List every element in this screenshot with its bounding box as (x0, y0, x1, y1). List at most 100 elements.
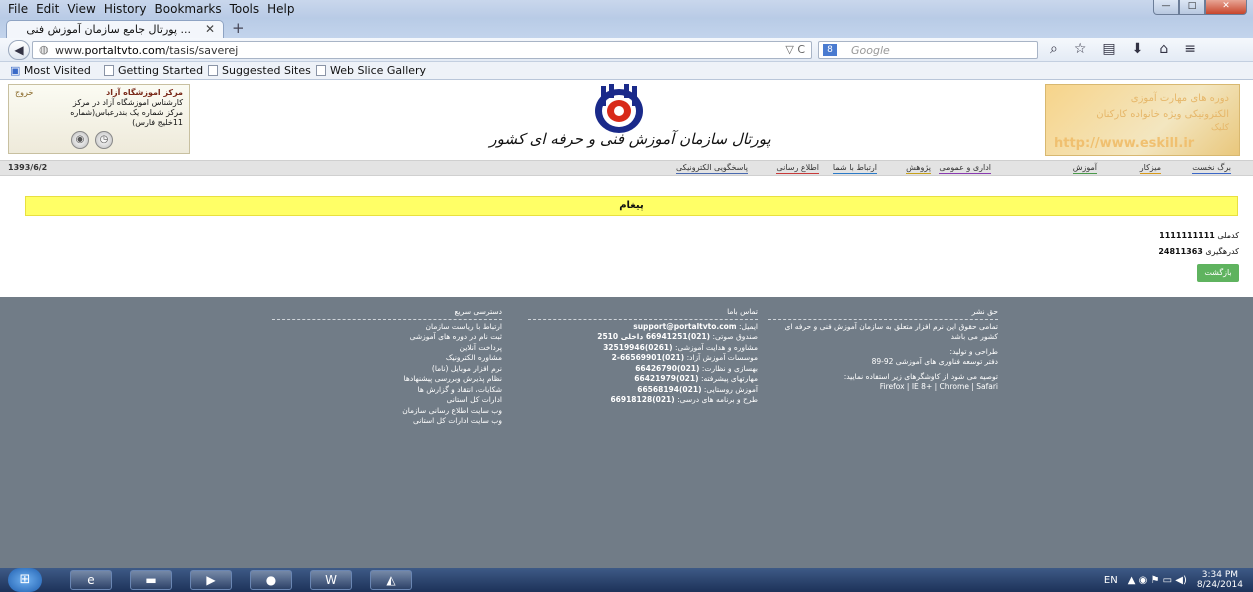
menu-icon[interactable]: ≡ (1184, 41, 1196, 57)
quick-link[interactable]: نرم افزار موبایل (ناما) (272, 364, 502, 375)
close-window-button[interactable]: ✕ (1205, 0, 1247, 15)
search-input[interactable]: 8 Google (818, 41, 1038, 59)
windows-taskbar: ⊞ e ▬ ▶ ● W ◭ EN ▲ ◉ ⚑ ▭ ◀) 3:34 PM 8/24… (0, 568, 1253, 592)
profile-icon[interactable]: ◉ (71, 131, 89, 149)
menu-file[interactable]: File (4, 2, 32, 16)
tab-close-icon[interactable]: ✕ (205, 22, 215, 36)
center-name: مرکز اموزشگاه آزاد (106, 88, 183, 97)
return-button[interactable]: بازگشت (1197, 264, 1239, 282)
system-tray: EN ▲ ◉ ⚑ ▭ ◀) 3:34 PM 8/24/2014 (1104, 568, 1243, 592)
language-indicator[interactable]: EN (1104, 575, 1118, 586)
footer-contact: تماس باما ایمیل: support@portaltvto.com … (528, 307, 758, 406)
contact-line: بهسازی و نظارت: (021)66426790 (635, 363, 758, 373)
download-icon[interactable]: ⬇ (1132, 41, 1144, 57)
quick-link[interactable]: ثبت نام در دوره های آموزشی (272, 332, 502, 343)
word-icon[interactable]: W (310, 570, 352, 590)
menu-bar: File Edit View History Bookmarks Tools H… (0, 0, 1253, 18)
contact-line: صندوق صوتی: (021)66941251 داخلی 2510 (597, 332, 758, 341)
back-arrow-icon[interactable]: ◀ (8, 40, 30, 60)
ad-click: کلیک (1210, 123, 1229, 133)
bookmark-list-icon[interactable]: ▤ (1102, 41, 1115, 57)
footer-quick-access: دسترسی سریع ارتباط با ریاست سازمان ثبت ن… (272, 307, 502, 427)
nav-admin[interactable]: اداری و عمومی (939, 163, 991, 174)
contact-line: طرح و برنامه های درسی: (021)66918128 (610, 395, 758, 404)
clock-date: 8/24/2014 (1196, 580, 1243, 590)
bookmark-suggested-sites[interactable]: Suggested Sites (208, 64, 311, 77)
windows-start-icon[interactable]: ⊞ (8, 568, 42, 592)
search-icon[interactable]: ⌕ (1050, 41, 1058, 57)
search-placeholder: Google (851, 44, 890, 57)
menu-history[interactable]: History (100, 2, 151, 16)
maximize-button[interactable]: □ (1179, 0, 1205, 15)
bookmark-web-slice-gallery[interactable]: Web Slice Gallery (316, 64, 426, 77)
quick-link[interactable]: مشاوره الکترونیک (272, 353, 502, 364)
media-player-icon[interactable]: ▶ (190, 570, 232, 590)
user-role: کارشناس اموزشگاه آزاد در مرکز (72, 98, 183, 107)
web-page: خروج مرکز اموزشگاه آزاد کارشناس اموزشگاه… (0, 80, 1253, 568)
quick-link[interactable]: ادارات کل استانی (272, 395, 502, 406)
eskill-ad-banner[interactable]: دوره های مهارت آموزی الکترونیکی ویژه خان… (1045, 84, 1240, 156)
tab-title: ... پورتال جامع سازمان آموزش فنی (26, 23, 191, 36)
menu-help[interactable]: Help (263, 2, 298, 16)
footer-design-text: دفتر توسعه فناوری های آموزشی 92-89 (871, 357, 998, 366)
minimize-button[interactable]: — (1153, 0, 1179, 15)
user-icons: ◷ ◉ (71, 131, 113, 149)
home-icon[interactable]: ⌂ (1159, 41, 1168, 57)
tracking-code-line: کدرهگیری 24811363 (1158, 247, 1239, 256)
footer-browsers: Firefox | IE 8+ | Chrome | Safari (879, 382, 998, 391)
footer-browser-note: توصیه می شود از کاوشگرهای زیر استفاده نم… (843, 371, 998, 381)
explorer-folder-icon[interactable]: ▬ (130, 570, 172, 590)
quick-link[interactable]: پرداخت آنلاین (272, 343, 502, 354)
navigation-bar: ◀ ◍ www.portaltvto.com/tasis/saverej ▽ C… (0, 38, 1253, 62)
contact-line: موسسات آموزش آزاد: (021)66569901-2 (611, 353, 758, 362)
bookmark-getting-started[interactable]: Getting Started (104, 64, 203, 77)
clock[interactable]: 3:34 PM 8/24/2014 (1197, 570, 1243, 590)
nav-e-support[interactable]: پاسخگویی الکترونیکی (675, 163, 748, 174)
browser-tab[interactable]: ... پورتال جامع سازمان آموزش فنی ✕ (6, 20, 224, 38)
bookmark-most-visited[interactable]: ▣ Most Visited (10, 64, 91, 77)
menu-tools[interactable]: Tools (226, 2, 264, 16)
footer-rights-heading: حق نشر (768, 307, 998, 320)
quick-link[interactable]: وب سایت اطلاع رسانی سازمان (272, 406, 502, 417)
nav-contact[interactable]: ارتباط با شما (832, 163, 877, 174)
user-center-detail: 11خلیج فارس) (132, 118, 183, 127)
nav-home[interactable]: برگ نخست (1192, 163, 1231, 174)
quick-link[interactable]: وب سایت ادارات کل استانی (272, 416, 502, 427)
national-code-line: کدملی 1111111111 (1159, 231, 1239, 240)
nav-research[interactable]: پژوهش (906, 163, 931, 174)
tracking-code-value: 24811363 (1158, 247, 1203, 256)
user-info-box: خروج مرکز اموزشگاه آزاد کارشناس اموزشگاه… (8, 84, 190, 154)
page-header: خروج مرکز اموزشگاه آزاد کارشناس اموزشگاه… (0, 80, 1253, 160)
nav-education[interactable]: آموزش (1072, 163, 1097, 174)
clock-icon[interactable]: ◷ (95, 131, 113, 149)
new-tab-button[interactable]: + (232, 19, 245, 37)
ad-line2: الکترونیکی ویژه خانواده کارکنان (1096, 109, 1229, 120)
paint-app-icon[interactable]: ◭ (370, 570, 412, 590)
email-link[interactable]: support@portaltvto.com (633, 322, 736, 331)
nav-desk[interactable]: میزکار (1139, 163, 1161, 174)
bookmarks-toolbar: ▣ Most Visited Getting Started Suggested… (0, 62, 1253, 80)
menu-bookmarks[interactable]: Bookmarks (151, 2, 226, 16)
user-center: مرکز شماره یک بندرعباس(شماره (70, 108, 183, 117)
contact-line: مشاوره و هدایت آموزشی: (0261)32519946 (603, 342, 758, 352)
reload-icon[interactable]: ▽ C (785, 43, 805, 56)
url-bar[interactable]: ◍ www.portaltvto.com/tasis/saverej ▽ C (32, 41, 812, 59)
ie-icon[interactable]: e (70, 570, 112, 590)
footer-design-label: طراحی و تولید: (949, 346, 998, 356)
logout-link[interactable]: خروج (15, 88, 33, 98)
national-code-value: 1111111111 (1159, 231, 1215, 240)
google-icon[interactable]: 8 (823, 44, 837, 56)
star-icon[interactable]: ☆ (1074, 41, 1087, 57)
quick-link[interactable]: ارتباط با ریاست سازمان (272, 322, 502, 333)
menu-edit[interactable]: Edit (32, 2, 63, 16)
tray-icons[interactable]: ▲ ◉ ⚑ ▭ ◀) (1128, 575, 1187, 586)
footer-email-line: ایمیل: support@portaltvto.com (633, 321, 758, 331)
quick-link[interactable]: نظام پذیرش وبررسی پیشنهادها (272, 374, 502, 385)
firefox-icon[interactable]: ● (250, 570, 292, 590)
nav-news[interactable]: اطلاع رسانی (776, 163, 819, 174)
message-title-bar: پیغام (25, 196, 1238, 216)
menu-view[interactable]: View (63, 2, 99, 16)
site-title: پورتال سازمان آموزش فنی و حرفه ای کشور (489, 130, 771, 148)
quick-link[interactable]: شکایات، انتقاد و گزارش ها (272, 385, 502, 396)
site-nav: 1393/6/2 برگ نخست میزکار آموزش اداری و ع… (0, 160, 1253, 176)
